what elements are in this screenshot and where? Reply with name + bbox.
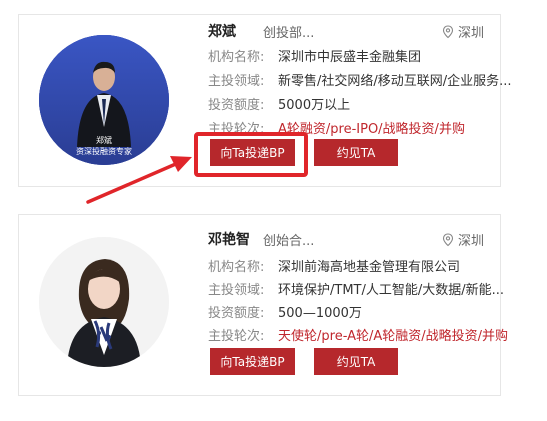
field-institution: 机构名称: 深圳市中辰盛丰金融集团 [208,50,422,65]
location-text: 深圳 [457,26,484,41]
field-amount: 投资额度: 5000万以上 [208,98,351,113]
field-focus: 主投领域: 环境保护/TMT/人工智能/大数据/新能... [208,283,505,298]
investor-role: 创投部... [263,26,315,41]
photo-caption-title: 资深投融资专家 [76,147,132,156]
location: 深圳 [442,22,484,41]
location-text: 深圳 [457,234,484,249]
location: 深圳 [442,230,484,249]
field-institution: 机构名称: 深圳前海高地基金管理有限公司 [208,260,461,275]
investor-name[interactable]: 邓艳智 [208,229,250,249]
investor-photo [39,237,169,367]
meet-button[interactable]: 约见TA [314,139,398,166]
field-amount: 投资额度: 500—1000万 [208,306,362,321]
avatar[interactable] [39,237,169,367]
investor-name[interactable]: 郑斌 [208,21,236,41]
field-rounds: 主投轮次: A轮融资/pre-IPO/战略投资/并购 [208,122,465,137]
investor-card: 邓艳智 创始合... 深圳 机构名称: 深圳前海高地基金管理有限公司 主投领域: 环… [18,214,508,396]
photo-caption-name: 郑斌 [96,136,112,145]
location-pin-icon [442,232,454,246]
investor-role: 创始合... [263,234,315,249]
send-bp-button[interactable]: 向Ta投递BP [210,348,295,375]
location-pin-icon [442,24,454,38]
field-rounds: 主投轮次: 天使轮/pre-A轮/A轮融资/战略投资/并购 [208,329,509,344]
avatar[interactable]: 郑斌 资深投融资专家 [39,35,169,165]
investor-card: 郑斌 资深投融资专家 郑斌 创投部... 深圳 机构名称: 深圳市中辰盛丰金融集团… [18,14,512,187]
send-bp-button[interactable]: 向Ta投递BP [210,139,295,166]
field-focus: 主投领域: 新零售/社交网络/移动互联网/企业服务... [208,74,512,89]
meet-button[interactable]: 约见TA [314,348,398,375]
